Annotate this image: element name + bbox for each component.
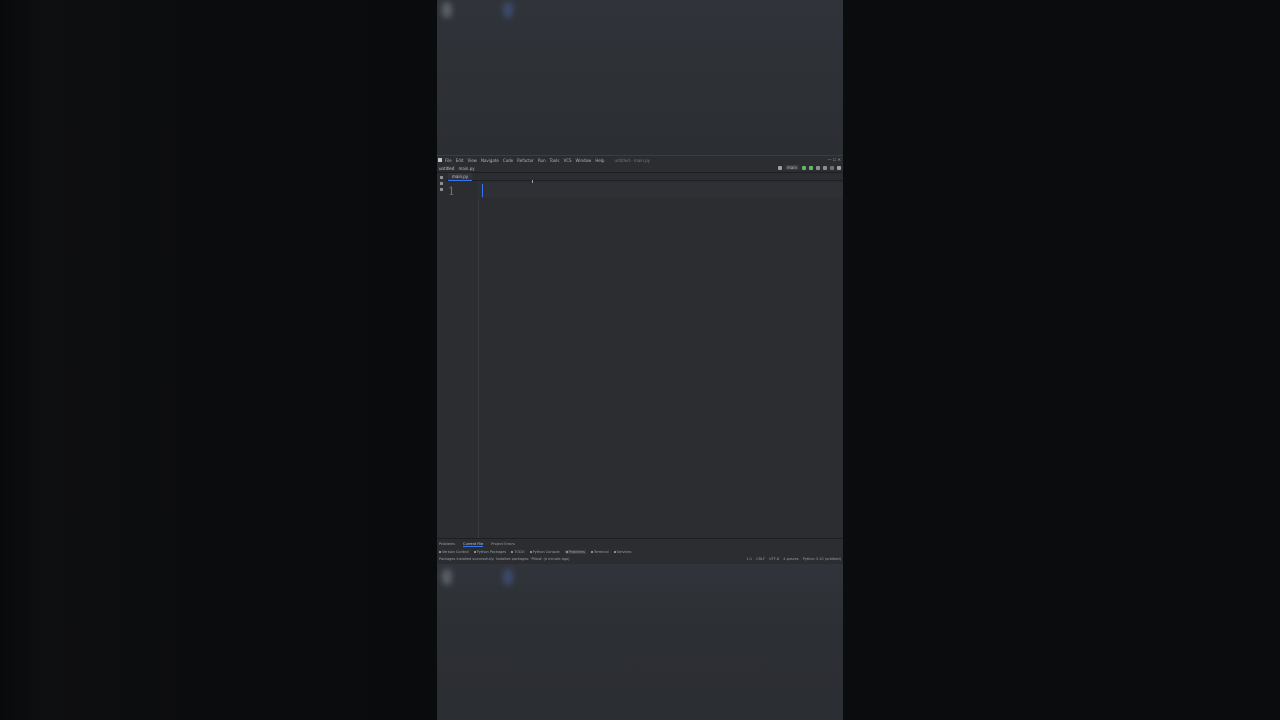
tab-project-errors[interactable]: Project Errors (491, 542, 514, 547)
window-controls[interactable]: — ☐ ✕ (828, 157, 841, 162)
status-bar: Packages installed successfully: Install… (439, 557, 841, 561)
version-control-icon (439, 551, 441, 553)
run-configuration-select[interactable]: main (785, 165, 799, 170)
current-line-highlight (478, 183, 843, 198)
file-encoding[interactable]: UTF-8 (769, 557, 779, 561)
text-caret (482, 184, 483, 197)
line-number: 1 (448, 185, 455, 198)
menu-bar: File Edit View Navigate Code Refactor Ru… (437, 156, 843, 164)
line-gutter: 1 (446, 181, 479, 538)
project-icon[interactable] (440, 176, 443, 179)
mouse-cursor (532, 180, 533, 183)
navigation-toolbar: untitled main.py main (437, 164, 843, 173)
code-editor[interactable]: 1 (446, 181, 843, 538)
interpreter-selector[interactable]: Python 3.10 (untitled) (803, 557, 841, 561)
menu-code[interactable]: Code (503, 158, 513, 163)
problems-icon (565, 551, 568, 553)
profile-icon[interactable] (823, 165, 827, 170)
structure-icon[interactable] (440, 188, 443, 191)
debug-icon[interactable] (809, 165, 813, 170)
toolwin-problems[interactable]: Problems (564, 550, 586, 554)
tab-main-py[interactable]: main.py (448, 173, 473, 181)
toolwin-version-control[interactable]: Version Control (439, 550, 469, 554)
indent-setting[interactable]: 4 spaces (783, 557, 798, 561)
tab-current-file[interactable]: Current File (463, 542, 484, 547)
breadcrumb-file[interactable]: main.py (458, 166, 474, 171)
toolwin-python-packages[interactable]: Python Packages (473, 550, 506, 554)
caret-position[interactable]: 1:1 (746, 557, 752, 561)
tool-window-bar: Version Control Python Packages TODO Pyt… (439, 550, 631, 554)
menu-file[interactable]: File (445, 158, 452, 163)
tab-problems[interactable]: Problems (439, 542, 455, 547)
app-logo-icon (438, 158, 442, 162)
editor-tabs: main.py (446, 173, 843, 181)
left-dark-margin (0, 0, 437, 720)
toolwin-services[interactable]: Services (613, 550, 631, 554)
blurred-top-region (437, 0, 843, 155)
menu-run[interactable]: Run (538, 158, 546, 163)
breadcrumb-project[interactable]: untitled (439, 166, 454, 171)
menu-view[interactable]: View (467, 158, 477, 163)
ide-window: File Edit View Navigate Code Refactor Ru… (437, 155, 843, 564)
menu-navigate[interactable]: Navigate (481, 158, 499, 163)
commit-icon[interactable] (440, 182, 443, 185)
bottom-panel: Problems Current File Project Errors Ver… (437, 538, 843, 564)
menu-tools[interactable]: Tools (550, 158, 560, 163)
run-icon[interactable] (802, 165, 806, 170)
blurred-bottom-region (437, 563, 843, 720)
line-separator[interactable]: CRLF (756, 557, 765, 561)
right-dark-margin (843, 0, 1280, 720)
window-title: untitled - main.py (614, 157, 651, 163)
coverage-icon[interactable] (816, 165, 820, 170)
toolwin-terminal[interactable]: Terminal (590, 550, 609, 554)
menu-vcs[interactable]: VCS (563, 158, 571, 163)
menu-window[interactable]: Window (576, 158, 592, 163)
menu-help[interactable]: Help (595, 158, 604, 163)
terminal-icon (590, 551, 593, 553)
menu-refactor[interactable]: Refactor (517, 158, 534, 163)
toolwin-todo[interactable]: TODO (511, 550, 525, 554)
search-icon[interactable] (837, 165, 841, 170)
user-icon[interactable] (778, 165, 782, 170)
services-icon (613, 551, 616, 553)
packages-icon (473, 551, 476, 553)
status-message[interactable]: Packages installed successfully: Install… (439, 557, 569, 561)
stop-icon[interactable] (830, 165, 834, 170)
menu-edit[interactable]: Edit (456, 158, 464, 163)
toolwin-python-console[interactable]: Python Console (529, 550, 560, 554)
console-icon (529, 551, 532, 553)
todo-icon (511, 551, 514, 553)
